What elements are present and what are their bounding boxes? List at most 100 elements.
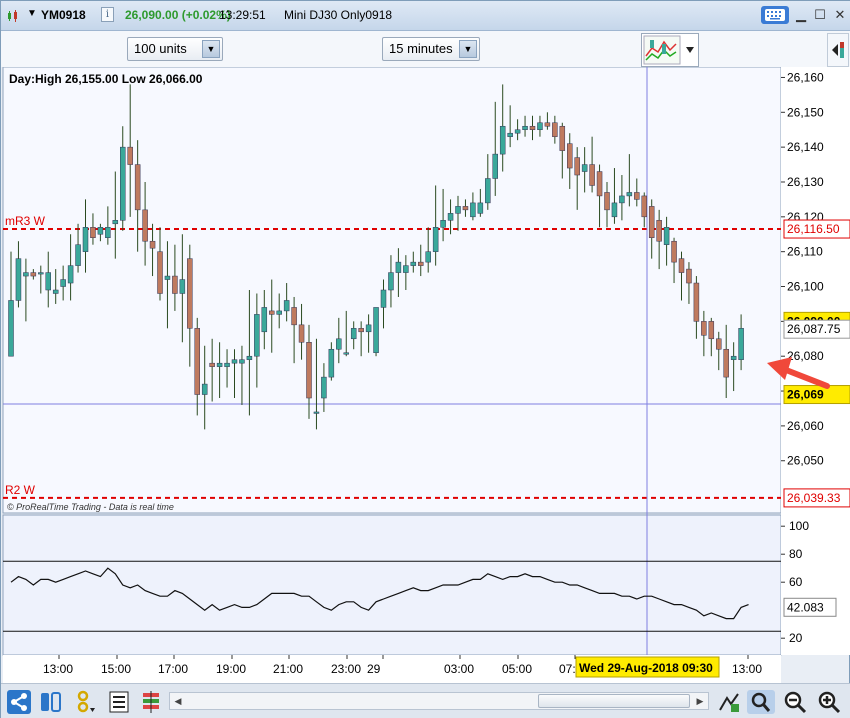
minimize-button[interactable]: ▁ xyxy=(791,6,811,24)
price-tick-label: 26,060 xyxy=(787,419,824,433)
timeframe-select[interactable]: 15 minutes ▼ xyxy=(382,37,480,61)
candle-body xyxy=(246,355,253,360)
timeframe-value: 15 minutes xyxy=(389,41,453,56)
candle-body xyxy=(269,310,275,315)
clock: 13:29:51 xyxy=(219,8,266,22)
candle-body xyxy=(336,338,342,350)
candle-body xyxy=(738,328,744,360)
price-tick-label: 26,050 xyxy=(787,454,824,468)
level-label: R2 W xyxy=(5,483,36,497)
zoom-in-icon[interactable] xyxy=(817,690,841,714)
price-tick-label: 26,140 xyxy=(787,140,824,154)
candle-body xyxy=(157,251,163,294)
price-tick-label: 26,100 xyxy=(787,280,824,294)
candle-body xyxy=(641,195,647,218)
price-tick-label: 26,130 xyxy=(787,175,824,189)
horizontal-scrollbar[interactable]: ◀ ▶ xyxy=(169,692,709,710)
candle-body xyxy=(187,258,193,329)
candle-body xyxy=(425,251,431,263)
time-tick-label: 19:00 xyxy=(216,662,246,676)
crosshair-date-label: Wed 29-Aug-2018 09:30 xyxy=(579,661,713,675)
indicators-icon xyxy=(643,35,694,65)
symbol-label[interactable]: YM0918 xyxy=(41,8,86,22)
candle-body xyxy=(470,202,476,218)
instrument-name: Mini DJ30 Only0918 xyxy=(284,8,393,22)
candle-body xyxy=(716,338,722,350)
candle-body xyxy=(60,279,66,287)
candle-body xyxy=(529,125,536,130)
day-high-low: Day:High 26,155.00 Low 26,066.00 xyxy=(9,72,203,86)
maximize-button[interactable]: ☐ xyxy=(810,6,830,24)
scroll-left-button[interactable]: ◀ xyxy=(170,693,186,709)
chart-toolbar: 100 units ▼ 15 minutes ▼ xyxy=(1,31,850,67)
candle-body xyxy=(365,324,372,333)
candle-body xyxy=(514,129,521,134)
layout-icon[interactable] xyxy=(39,690,63,714)
units-select[interactable]: 100 units ▼ xyxy=(127,37,223,61)
indicators-button[interactable] xyxy=(641,33,699,67)
price-tag-label: 26,069 xyxy=(787,388,824,402)
candle-body xyxy=(388,272,394,291)
order-book-icon[interactable] xyxy=(139,690,163,714)
candle-body xyxy=(127,146,133,165)
candle-body xyxy=(67,265,74,284)
share-icon[interactable] xyxy=(7,690,31,714)
chevron-down-icon[interactable]: ▼ xyxy=(459,40,477,58)
info-icon[interactable]: i xyxy=(101,7,114,22)
watermark: © ProRealTime Trading - Data is real tim… xyxy=(7,502,174,512)
candle-body xyxy=(730,355,737,360)
candle-body xyxy=(403,265,409,273)
candle-body xyxy=(574,157,580,176)
candle-body xyxy=(626,192,633,197)
oscillator-pane[interactable] xyxy=(2,514,782,656)
candle-body xyxy=(224,362,230,367)
drawing-tool-icon[interactable] xyxy=(73,690,97,714)
candle-body xyxy=(380,289,387,308)
chevron-down-icon[interactable]: ▼ xyxy=(27,8,37,19)
side-panel-toggle[interactable] xyxy=(827,33,849,67)
level-label: mR3 W xyxy=(5,214,46,228)
candle-body xyxy=(485,178,491,204)
zoom-fit-icon[interactable] xyxy=(747,690,775,714)
time-tick-label: 03:00 xyxy=(444,662,474,676)
scroll-thumb[interactable] xyxy=(538,694,690,708)
time-tick-label: 23:00 xyxy=(331,662,361,676)
candle-body xyxy=(298,324,305,343)
candle-body xyxy=(507,132,513,137)
candle-body xyxy=(328,348,335,378)
chart-area[interactable]: 26,16026,15026,14026,13026,12026,11026,1… xyxy=(1,67,850,683)
candle-body xyxy=(477,202,484,214)
osc-tick-label: 80 xyxy=(789,547,803,561)
candle-body xyxy=(306,342,312,399)
keyboard-button[interactable] xyxy=(761,6,789,24)
candle-body xyxy=(52,289,59,294)
candle-body xyxy=(693,282,700,322)
time-tick-label: 29 xyxy=(367,662,381,676)
candle-body xyxy=(447,213,454,221)
candle-body xyxy=(604,192,610,211)
chevron-down-icon[interactable]: ▼ xyxy=(202,40,220,58)
osc-tick-label: 60 xyxy=(789,575,803,589)
close-button[interactable]: ✕ xyxy=(830,6,850,24)
candle-body xyxy=(134,164,141,211)
candle-body xyxy=(90,227,96,238)
candle-body xyxy=(708,321,715,340)
price-tick-label: 26,150 xyxy=(787,105,824,119)
candle-body xyxy=(418,261,424,266)
bottom-toolbar: ◀ ▶ xyxy=(1,683,850,718)
candle-body xyxy=(8,300,14,357)
scroll-right-button[interactable]: ▶ xyxy=(692,693,708,709)
notes-icon[interactable] xyxy=(107,690,131,714)
candle-body xyxy=(120,146,126,221)
level-tag-label: 26,116.50 xyxy=(787,222,840,236)
candle-body xyxy=(38,272,44,275)
candle-body xyxy=(142,209,148,242)
candle-body xyxy=(559,125,566,151)
panel-collapse-icon xyxy=(832,42,844,58)
time-tick-label: 07: xyxy=(559,662,576,676)
auto-scale-icon[interactable] xyxy=(717,690,741,714)
candle-menu-icon[interactable] xyxy=(7,10,19,22)
price-tick-label: 26,160 xyxy=(787,70,824,84)
zoom-out-icon[interactable] xyxy=(783,690,807,714)
candle-body xyxy=(112,220,119,225)
